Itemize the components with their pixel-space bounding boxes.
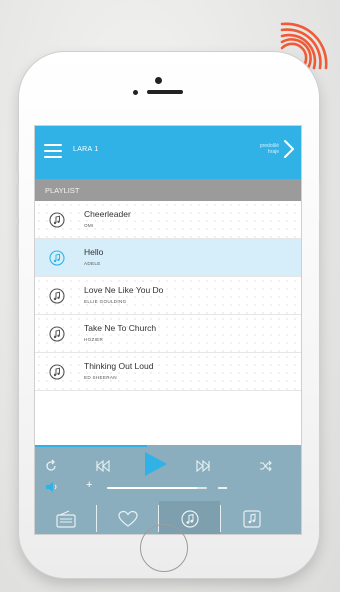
next-playlist-label: predošlé hraje xyxy=(259,143,279,155)
playback-progress[interactable] xyxy=(35,445,147,447)
track-title: Cheerleader xyxy=(84,209,131,219)
volume-icon[interactable] xyxy=(45,481,59,493)
music-note-icon xyxy=(49,212,65,228)
phone-frame: LARA 1 predošlé hraje PLAYLIST Cheerlead… xyxy=(16,52,322,578)
track-row[interactable]: Cheerleader OMI xyxy=(35,201,301,239)
chevron-right-icon xyxy=(284,140,294,158)
phone-side-button xyxy=(16,224,19,258)
sensor-dot xyxy=(133,90,138,95)
radio-icon xyxy=(56,510,76,528)
track-title: Thinking Out Loud xyxy=(84,361,154,371)
repeat-icon[interactable] xyxy=(44,459,58,473)
phone-side-button xyxy=(16,184,19,218)
phone-side-button xyxy=(16,152,19,172)
next-playlist-button[interactable]: predošlé hraje xyxy=(257,139,295,159)
track-artist: HOZIER xyxy=(84,337,104,342)
tab-library[interactable] xyxy=(221,501,282,534)
track-artist: ELLIE GOULDING xyxy=(84,299,127,304)
heart-icon xyxy=(118,510,138,527)
volume-slider[interactable] xyxy=(107,487,207,489)
track-artist: ADELE xyxy=(84,261,101,266)
play-icon[interactable] xyxy=(143,450,169,478)
music-note-icon xyxy=(49,326,65,342)
app-screen: LARA 1 predošlé hraje PLAYLIST Cheerlead… xyxy=(34,125,302,535)
playlist-section-header: PLAYLIST xyxy=(35,179,301,201)
track-row[interactable]: Love Ne Like You Do ELLIE GOULDING xyxy=(35,277,301,315)
music-note-icon xyxy=(49,288,65,304)
volume-level xyxy=(107,487,197,489)
track-row[interactable]: Thinking Out Loud ED SHEERAN xyxy=(35,353,301,391)
track-row[interactable]: Take Ne To Church HOZIER xyxy=(35,315,301,353)
earpiece-speaker xyxy=(147,90,183,94)
music-library-icon xyxy=(243,510,261,528)
music-note-icon xyxy=(49,250,65,266)
player-bar: + xyxy=(35,445,301,534)
music-note-icon xyxy=(49,364,65,380)
hamburger-menu-icon[interactable] xyxy=(44,144,62,158)
front-camera xyxy=(155,77,162,84)
track-list: Cheerleader OMI Hello ADELE Love Ne Like… xyxy=(35,201,301,391)
volume-down-icon[interactable] xyxy=(218,487,227,489)
track-artist: OMI xyxy=(84,223,94,228)
tab-radio[interactable] xyxy=(35,501,96,534)
shuffle-icon[interactable] xyxy=(259,460,273,472)
track-artist: ED SHEERAN xyxy=(84,375,117,380)
next-icon[interactable] xyxy=(195,460,211,472)
home-button[interactable] xyxy=(140,524,188,572)
track-title: Hello xyxy=(84,247,104,257)
playlist-name: LARA 1 xyxy=(73,146,99,153)
track-row[interactable]: Hello ADELE xyxy=(35,239,301,277)
music-note-icon xyxy=(181,510,199,528)
phone-side-button xyxy=(319,182,322,222)
previous-icon[interactable] xyxy=(95,460,111,472)
track-title: Take Ne To Church xyxy=(84,323,157,333)
section-label: PLAYLIST xyxy=(45,186,80,195)
app-header: LARA 1 predošlé hraje xyxy=(35,126,301,179)
track-title: Love Ne Like You Do xyxy=(84,285,164,295)
volume-up-icon[interactable]: + xyxy=(86,479,92,491)
